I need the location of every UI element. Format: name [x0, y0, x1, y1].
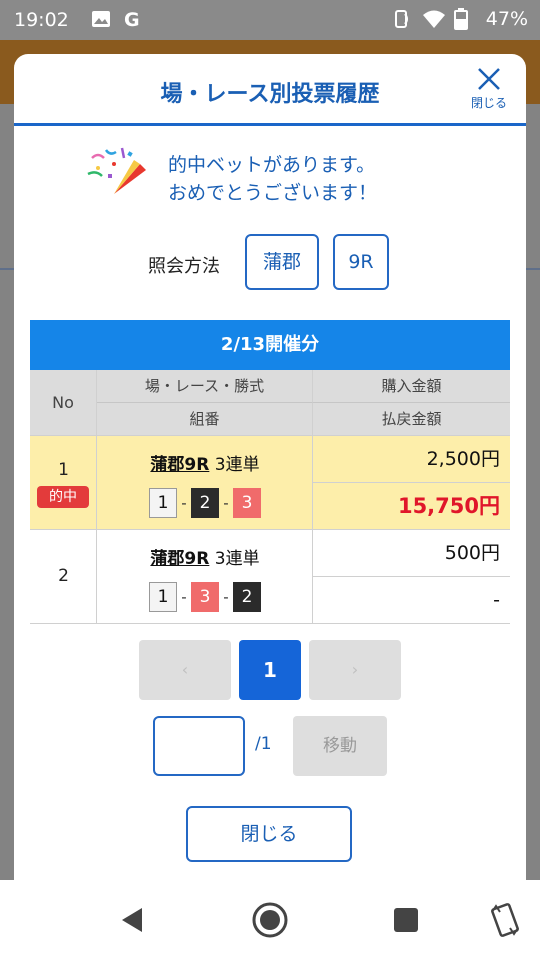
page-total: /1: [255, 734, 272, 754]
col-combination: 組番: [97, 403, 313, 436]
race-link[interactable]: 蒲郡9R: [150, 455, 209, 475]
close-icon: [478, 68, 500, 90]
android-nav-bar: [0, 880, 540, 960]
boat-number: 2: [191, 488, 219, 518]
current-page-button[interactable]: 1: [239, 640, 301, 700]
payout-amount: -: [493, 589, 500, 611]
chevron-right-icon: ›: [351, 660, 359, 679]
party-popper-icon: [84, 144, 154, 204]
back-icon: [122, 908, 142, 932]
congrats-message: 的中ベットがあります。 おめでとうございます！: [84, 144, 464, 204]
modal-title: 場・レース別投票履歴: [160, 82, 380, 107]
race-chip[interactable]: 9R: [333, 234, 389, 290]
modal-close-label: 閉じる: [470, 96, 507, 110]
battery-percent: 47%: [485, 8, 528, 30]
table-row: 1 的中 蒲郡9R 3連単 1-2-3 2,500円 15,750円: [30, 436, 510, 530]
gallery-icon: [90, 8, 112, 30]
table-column-header: No 場・レース・勝式 組番 購入金額 払戻金額: [30, 370, 510, 436]
row-number: 1: [58, 460, 69, 480]
hit-badge: 的中: [37, 486, 89, 508]
boat-number: 1: [149, 488, 177, 518]
boat-number: 1: [149, 582, 177, 612]
venue-chip[interactable]: 蒲郡: [245, 234, 319, 290]
nfc-icon: [390, 8, 412, 30]
back-button[interactable]: [112, 898, 156, 942]
modal-close-button[interactable]: 閉じる: [466, 66, 512, 116]
rotate-icon: [491, 903, 519, 937]
boat-number: 3: [233, 488, 261, 518]
purchase-amount: 500円: [313, 530, 510, 577]
boat-number: 2: [233, 582, 261, 612]
combination: 1-2-3: [97, 488, 313, 518]
rotate-button[interactable]: [486, 898, 530, 942]
home-icon: [252, 902, 288, 938]
bet-history-table: 2/13開催分 No 場・レース・勝式 組番 購入金額 払戻金額 1 的中 蒲郡…: [30, 320, 510, 624]
bet-type: 3連単: [214, 455, 260, 475]
payout-amount: 15,750円: [397, 494, 500, 518]
purchase-amount: 2,500円: [313, 436, 510, 483]
table-row: 2 蒲郡9R 3連単 1-3-2 500円 -: [30, 530, 510, 624]
combination: 1-3-2: [97, 582, 313, 612]
status-time: 19:02: [14, 9, 69, 31]
svg-text:G: G: [124, 9, 140, 30]
boat-number: 3: [191, 582, 219, 612]
battery-icon: [453, 8, 476, 30]
modal-header: 場・レース別投票履歴 閉じる: [14, 54, 526, 126]
page-jump: /1 移動: [14, 714, 526, 778]
prev-page-button[interactable]: ‹: [139, 640, 231, 700]
next-page-button[interactable]: ›: [309, 640, 401, 700]
col-no: No: [30, 370, 97, 436]
wifi-icon: [422, 8, 445, 30]
inquiry-method: 照会方法 蒲郡 9R: [14, 232, 526, 292]
col-purchase: 購入金額: [313, 370, 510, 403]
recents-button[interactable]: [384, 898, 428, 942]
status-bar: 19:02 G 47%: [0, 0, 540, 40]
race-link[interactable]: 蒲郡9R: [150, 549, 209, 569]
col-venue-race-type: 場・レース・勝式: [97, 370, 313, 403]
congrats-line-2: おめでとうございます！: [168, 182, 378, 204]
move-button[interactable]: 移動: [293, 716, 387, 776]
row-number: 2: [58, 566, 69, 586]
page-number-input[interactable]: [153, 716, 245, 776]
col-payout: 払戻金額: [381, 410, 442, 428]
bet-history-modal: 場・レース別投票履歴 閉じる 的中ベットがあります。 おめでとうございます！ 照…: [14, 54, 526, 880]
close-button[interactable]: 閉じる: [186, 806, 352, 862]
recents-icon: [394, 908, 418, 932]
pagination: ‹ 1 ›: [14, 640, 526, 700]
bet-type: 3連単: [214, 549, 260, 569]
google-icon: G: [122, 8, 144, 31]
chevron-left-icon: ‹: [181, 660, 189, 679]
inquiry-label: 照会方法: [148, 256, 220, 277]
table-date-header: 2/13開催分: [30, 320, 510, 370]
home-button[interactable]: [248, 898, 292, 942]
congrats-line-1: 的中ベットがあります。: [168, 154, 376, 176]
